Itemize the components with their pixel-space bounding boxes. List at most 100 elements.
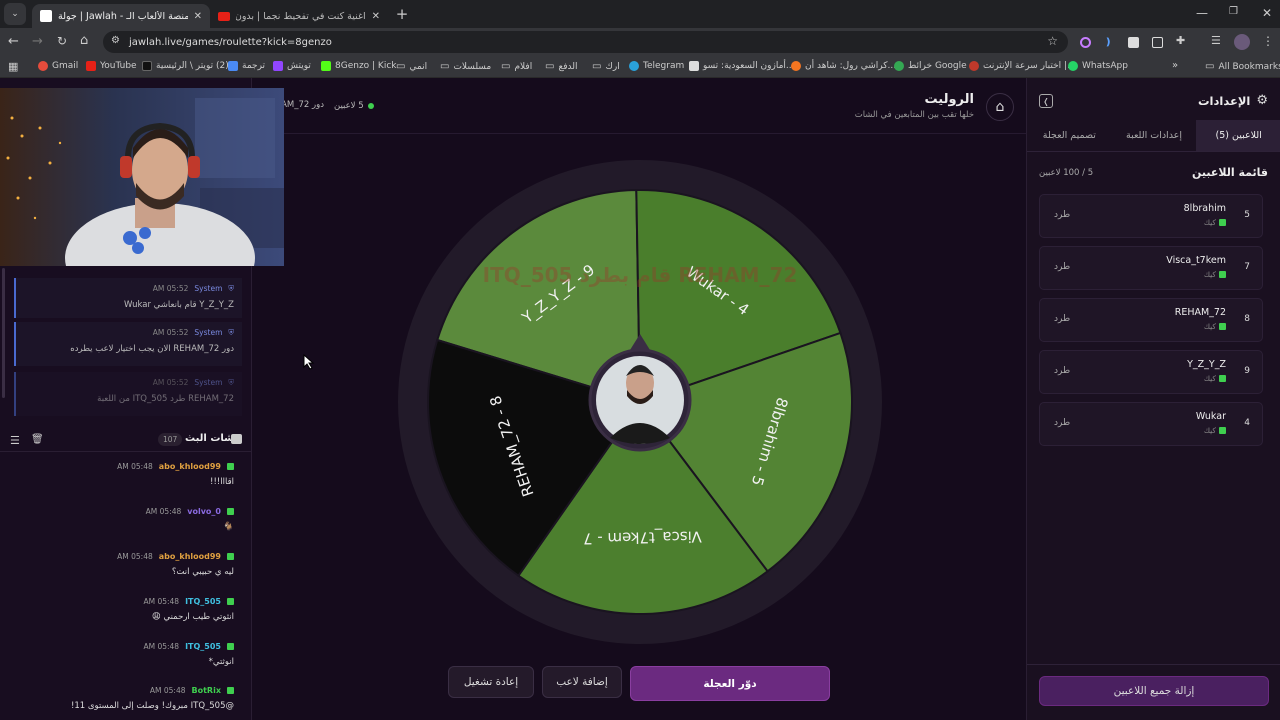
bookmark-kick[interactable]: 8Genzo | Kick xyxy=(321,61,397,71)
remove-all-players-button[interactable]: إزالة جميع اللاعبين xyxy=(1039,676,1269,706)
restore-window-icon[interactable]: ❐ xyxy=(1229,6,1238,17)
scrollbar[interactable] xyxy=(2,268,5,398)
close-window-icon[interactable]: ✕ xyxy=(1262,6,1272,20)
filter-icon[interactable]: ☰ xyxy=(10,434,20,447)
tab-game-settings[interactable]: إعدادات اللعبة xyxy=(1112,120,1197,151)
bookmark-whatsapp[interactable]: WhatsApp xyxy=(1068,61,1128,71)
extension-icon[interactable]: ❫ xyxy=(1104,37,1115,48)
bookmark-folder-anime[interactable]: ▭ انمي xyxy=(396,61,427,72)
restart-button[interactable]: إعادة تشغيل xyxy=(448,666,534,698)
browser-menu-icon[interactable]: ⋮ xyxy=(1262,34,1274,48)
site-info-icon[interactable]: ⚙ xyxy=(111,35,120,46)
bookmark-amazon[interactable]: أمازون السعودية: تسو... xyxy=(689,61,795,71)
extension-icon[interactable] xyxy=(1080,37,1091,48)
chat-username[interactable]: abo_khlood99 xyxy=(159,552,221,561)
chat-username[interactable]: abo_khlood99 xyxy=(159,462,221,471)
home-icon[interactable]: ⌂ xyxy=(80,33,88,48)
more-bookmarks-icon[interactable]: » xyxy=(1172,60,1178,71)
player-platform: كيك xyxy=(1204,426,1226,435)
bookmark-label: YouTube xyxy=(100,61,137,71)
bookmark-folder-payment[interactable]: ▭ الدفع xyxy=(545,61,578,72)
close-tab-icon[interactable]: ✕ xyxy=(194,11,202,22)
add-player-button[interactable]: إضافة لاعب xyxy=(542,666,622,698)
players-list-title: قائمة اللاعبين xyxy=(1192,166,1268,179)
chat-title: شات البث xyxy=(185,433,234,444)
bookmark-twitch[interactable]: تويتش xyxy=(273,61,311,71)
kick-badge-icon xyxy=(227,553,234,560)
player-platform: كيك xyxy=(1204,374,1226,383)
new-tab-icon[interactable]: + xyxy=(392,5,412,23)
bookmark-folder-movies[interactable]: ▭ افلام xyxy=(501,61,532,72)
bookmark-label: الدفع xyxy=(558,61,578,72)
bookmark-speedtest[interactable]: اختبار سرعة الإنترنت |... xyxy=(969,61,1076,71)
player-row: 9 Y_Z_Y_Z كيك طرد xyxy=(1039,350,1263,394)
player-name: Y_Z_Y_Z xyxy=(1187,359,1226,370)
roulette-wheel[interactable]: Y_Z_Y_Z - 9 Wukar - 48lbrahim - 5Visca_t7… xyxy=(284,78,1026,720)
extension-icon[interactable] xyxy=(1128,37,1139,48)
all-bookmarks[interactable]: ▭ All Bookmarks xyxy=(1205,61,1280,72)
apps-grid-icon[interactable]: ▦ xyxy=(8,60,18,73)
tab-wheel-design[interactable]: تصميم العجلة xyxy=(1027,120,1112,151)
browser-tab-youtube[interactable]: اغنية كنت في تفحيط نجما | بدون ✕ xyxy=(210,4,388,28)
spin-wheel-button[interactable]: دوّر العجلة xyxy=(630,666,830,701)
mouse-cursor-icon xyxy=(303,354,315,370)
tab-title: اغنية كنت في تفحيط نجما | بدون xyxy=(236,10,366,22)
player-name: Visca_t7kem xyxy=(1166,255,1226,266)
bookmark-star-icon[interactable]: ☆ xyxy=(1047,34,1058,48)
address-bar[interactable]: ⚙ jawlah.live/games/roulette?kick=8genzo… xyxy=(103,31,1068,53)
crunchyroll-icon xyxy=(791,61,801,71)
kick-player-button[interactable]: طرد xyxy=(1054,314,1070,324)
twitch-icon xyxy=(273,61,283,71)
message-sender: System xyxy=(194,284,223,293)
bookmark-folder-series[interactable]: ▭ مسلسلات xyxy=(440,61,491,72)
tab-search-icon[interactable]: ⌄ xyxy=(4,3,26,25)
minimize-window-icon[interactable]: — xyxy=(1196,6,1208,20)
player-number: 8 xyxy=(1244,314,1250,324)
chat-username[interactable]: ITQ_505 xyxy=(185,597,221,606)
chat-username[interactable]: volvo_0 xyxy=(187,507,221,516)
browser-tab-jawlah[interactable]: جولة | Jawlah - منصة الألعاب الـ... ✕ xyxy=(32,4,210,28)
bookmark-label: ترجمة xyxy=(242,61,266,71)
collapse-panel-icon[interactable]: ❬ xyxy=(1039,94,1053,108)
chat-username[interactable]: ITQ_505 xyxy=(185,642,221,651)
kick-player-button[interactable]: طرد xyxy=(1054,418,1070,428)
chat-username[interactable]: BotRix xyxy=(192,686,221,695)
bookmark-google-maps[interactable]: خرائط Google xyxy=(894,61,967,71)
profile-avatar[interactable] xyxy=(1234,34,1250,50)
reload-icon[interactable]: ↻ xyxy=(57,34,67,48)
bookmark-label: تويتش xyxy=(287,61,311,71)
extension-icon[interactable] xyxy=(1152,37,1163,48)
bookmark-telegram[interactable]: Telegram xyxy=(629,61,684,71)
chat-message: volvo_0 05:48 AM 🐐 xyxy=(0,507,244,532)
player-number: 4 xyxy=(1244,418,1250,428)
kick-player-button[interactable]: طرد xyxy=(1054,366,1070,376)
bookmark-label: خرائط Google xyxy=(908,61,967,71)
media-controls-icon[interactable]: ☰ xyxy=(1211,34,1221,47)
kick-player-button[interactable]: طرد xyxy=(1054,262,1070,272)
bookmark-gmail[interactable]: Gmail xyxy=(38,61,78,71)
bookmark-twitter[interactable]: (2) تويتر \ الرئيسية xyxy=(142,61,229,71)
bookmark-crunchyroll[interactable]: كراشي رول: شاهد أن... xyxy=(791,61,896,71)
kick-icon xyxy=(321,61,331,71)
webcam-overlay xyxy=(0,88,284,266)
chat-message-count: 107 xyxy=(158,433,183,446)
bookmark-youtube[interactable]: YouTube xyxy=(86,61,137,71)
close-tab-icon[interactable]: ✕ xyxy=(372,11,380,22)
bookmark-translate[interactable]: ترجمة xyxy=(228,61,265,71)
forward-icon[interactable]: → xyxy=(32,34,43,49)
trash-icon[interactable]: 🗑 xyxy=(31,434,44,445)
kick-badge-icon xyxy=(227,508,234,515)
message-text: ليه ي حبيبي انت؟ xyxy=(171,567,234,577)
add-player-label: إضافة لاعب xyxy=(556,676,608,688)
chat-message: ITQ_505 05:48 AM انثوتي طيب ارحمني 😩 xyxy=(0,597,244,622)
folder-icon: ▭ xyxy=(501,61,511,72)
url-text: jawlah.live/games/roulette?kick=8genzo xyxy=(129,36,332,48)
bookmark-folder-ark[interactable]: ▭ ارك xyxy=(592,61,620,72)
tab-players[interactable]: اللاعبين (5) xyxy=(1196,120,1280,151)
kick-badge-icon xyxy=(227,687,234,694)
bookmark-label: (2) تويتر \ الرئيسية xyxy=(156,61,229,71)
extensions-puzzle-icon[interactable]: ✚ xyxy=(1176,34,1185,47)
back-icon[interactable]: ← xyxy=(8,34,19,49)
folder-icon: ▭ xyxy=(592,61,602,72)
kick-player-button[interactable]: طرد xyxy=(1054,210,1070,220)
